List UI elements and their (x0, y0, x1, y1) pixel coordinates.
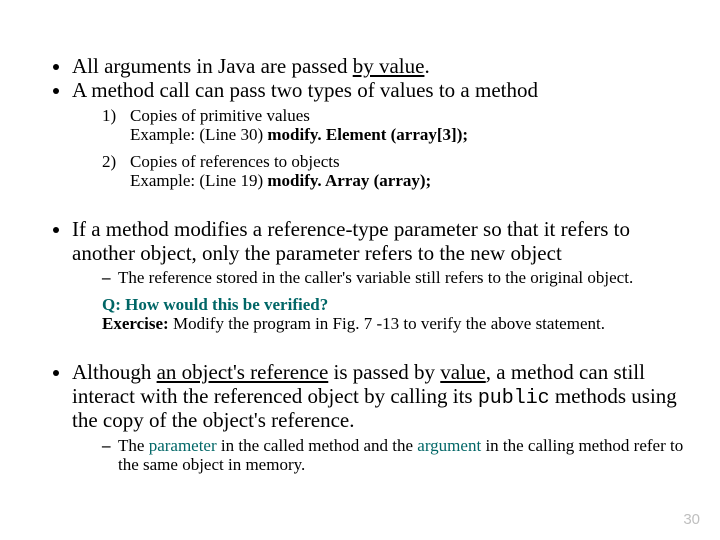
d2-pre: The (118, 436, 149, 455)
num-1-ex-bold: modify. Element (array[3]); (267, 125, 468, 144)
bullet-1: All arguments in Java are passed by valu… (72, 55, 690, 79)
dash-2-body: The parameter in the called method and t… (118, 436, 690, 474)
ex-text: Modify the program in Fig. 7 -13 to veri… (173, 314, 605, 333)
b4-pre: Although (72, 360, 157, 384)
bullet-4: Although an object's reference is passed… (72, 361, 690, 473)
b1-byvalue: by value (353, 54, 425, 78)
q-block: Q: How would this be verified? Exercise:… (72, 295, 690, 333)
bullet-2: A method call can pass two types of valu… (72, 79, 690, 191)
b4-value: value (440, 360, 485, 384)
bullet-3: If a method modifies a reference-type pa… (72, 218, 690, 333)
b3-text: If a method modifies a reference-type pa… (72, 217, 630, 265)
b4-mid1: is passed by (328, 360, 440, 384)
b2-text: A method call can pass two types of valu… (72, 78, 538, 102)
b1-pre: All arguments in Java are passed (72, 54, 353, 78)
numbered-list: 1) Copies of primitive values Example: (… (72, 106, 690, 190)
q-label: Q: (102, 295, 125, 314)
dash-2: – The parameter in the called method and… (102, 436, 690, 474)
num-item-1: 1) Copies of primitive values Example: (… (102, 106, 690, 144)
num-1-line1: Copies of primitive values (130, 106, 310, 125)
num-1-ex-pre: Example: (Line 30) (130, 125, 267, 144)
d2-arg: argument (417, 436, 481, 455)
b4-ref: an object's reference (157, 360, 329, 384)
dash-1-text: The reference stored in the caller's var… (118, 268, 633, 287)
spacer-1 (30, 200, 690, 218)
ex-label: Exercise: (102, 314, 173, 333)
d2-param: parameter (149, 436, 217, 455)
dash-list-1: – The reference stored in the caller's v… (72, 268, 690, 287)
q-text: How would this be verified? (125, 295, 328, 314)
num-2-line1: Copies of references to objects (130, 152, 340, 171)
num-1-body: Copies of primitive values Example: (Lin… (130, 106, 468, 144)
num-2-label: 2) (102, 152, 130, 190)
dash-2-mark: – (102, 436, 118, 474)
dash-1: – The reference stored in the caller's v… (102, 268, 690, 287)
num-2-body: Copies of references to objects Example:… (130, 152, 431, 190)
main-list-2: If a method modifies a reference-type pa… (30, 218, 690, 333)
num-item-2: 2) Copies of references to objects Examp… (102, 152, 690, 190)
num-1-label: 1) (102, 106, 130, 144)
d2-mid1: in the called method and the (217, 436, 418, 455)
main-list: All arguments in Java are passed by valu… (30, 55, 690, 190)
main-list-3: Although an object's reference is passed… (30, 361, 690, 473)
b1-post: . (424, 54, 429, 78)
dash-1-mark: – (102, 268, 118, 287)
slide: All arguments in Java are passed by valu… (0, 0, 720, 540)
b4-public: public (478, 386, 550, 409)
dash-list-2: – The parameter in the called method and… (72, 436, 690, 474)
page-number: 30 (683, 511, 700, 528)
num-2-ex-bold: modify. Array (array); (267, 171, 431, 190)
num-2-ex-pre: Example: (Line 19) (130, 171, 267, 190)
spacer-2 (30, 343, 690, 361)
